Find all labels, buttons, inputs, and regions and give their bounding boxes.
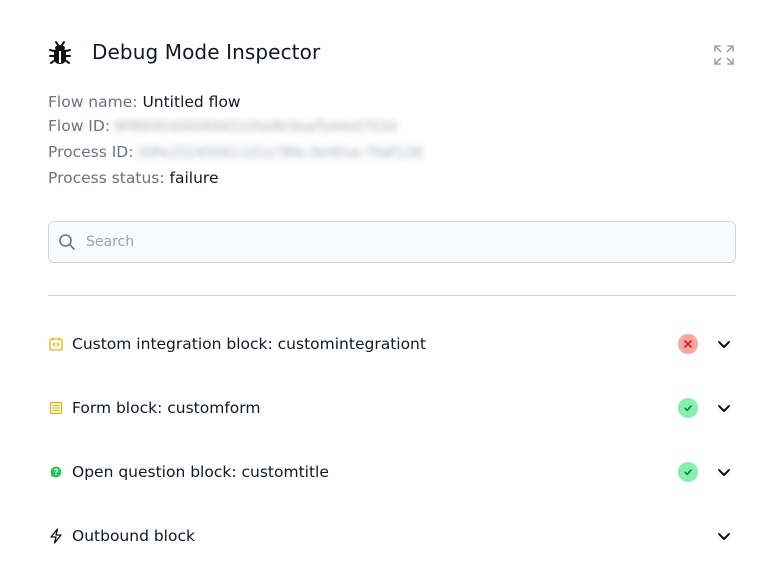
- chevron-down-icon[interactable]: [716, 528, 732, 544]
- search-input[interactable]: [84, 233, 708, 251]
- success-status-icon: [678, 462, 698, 482]
- failure-status-icon: [678, 334, 698, 354]
- flow-meta: Flow name: Untitled flow Flow ID: 8ff869…: [48, 90, 423, 190]
- block-row-open-question[interactable]: Open question block: customtitle: [48, 440, 736, 504]
- process-id-label: Process ID:: [48, 143, 134, 161]
- block-label: Form block: customform: [72, 399, 261, 417]
- chevron-down-icon[interactable]: [716, 464, 732, 480]
- bug-icon: [48, 38, 72, 66]
- block-label: Custom integration block: customintegrat…: [72, 335, 426, 353]
- lightning-icon: [48, 528, 64, 544]
- flow-name-value: Untitled flow: [142, 93, 241, 111]
- process-id-value: IDPe25245041101e789c3bf45ac70df128: [138, 146, 423, 161]
- flow-name-label: Flow name:: [48, 93, 138, 111]
- flow-name-row: Flow name: Untitled flow: [48, 90, 423, 114]
- flow-id-row: Flow ID: 8ff86954060694510fa9b3baf5d4e07…: [48, 114, 423, 140]
- process-status-label: Process status:: [48, 169, 165, 187]
- inspector-header: Debug Mode Inspector: [48, 38, 320, 66]
- block-row-form[interactable]: Form block: customform: [48, 376, 736, 440]
- block-label: Open question block: customtitle: [72, 463, 329, 481]
- expand-icon[interactable]: [713, 44, 735, 66]
- block-row-outbound[interactable]: Outbound block: [48, 504, 736, 568]
- code-block-icon: [48, 336, 64, 352]
- form-icon: [48, 400, 64, 416]
- divider: [48, 295, 736, 296]
- block-row-custom-integration[interactable]: Custom integration block: customintegrat…: [48, 312, 736, 376]
- process-status-row: Process status: failure: [48, 166, 423, 190]
- chevron-down-icon[interactable]: [716, 400, 732, 416]
- question-icon: [48, 464, 64, 480]
- block-label: Outbound block: [72, 527, 195, 545]
- success-status-icon: [678, 398, 698, 418]
- debug-inspector-panel: Debug Mode Inspector Flow name: Untitled…: [0, 0, 775, 581]
- search-box[interactable]: [48, 221, 736, 263]
- process-id-row: Process ID: IDPe25245041101e789c3bf45ac7…: [48, 140, 423, 166]
- search-icon: [58, 233, 76, 251]
- block-list: Custom integration block: customintegrat…: [48, 312, 736, 568]
- chevron-down-icon[interactable]: [716, 336, 732, 352]
- flow-id-label: Flow ID:: [48, 117, 111, 135]
- process-status-value: failure: [169, 169, 219, 187]
- page-title: Debug Mode Inspector: [92, 40, 321, 64]
- flow-id-value: 8ff86954060694510fa9b3baf5d4e07034: [114, 120, 398, 135]
